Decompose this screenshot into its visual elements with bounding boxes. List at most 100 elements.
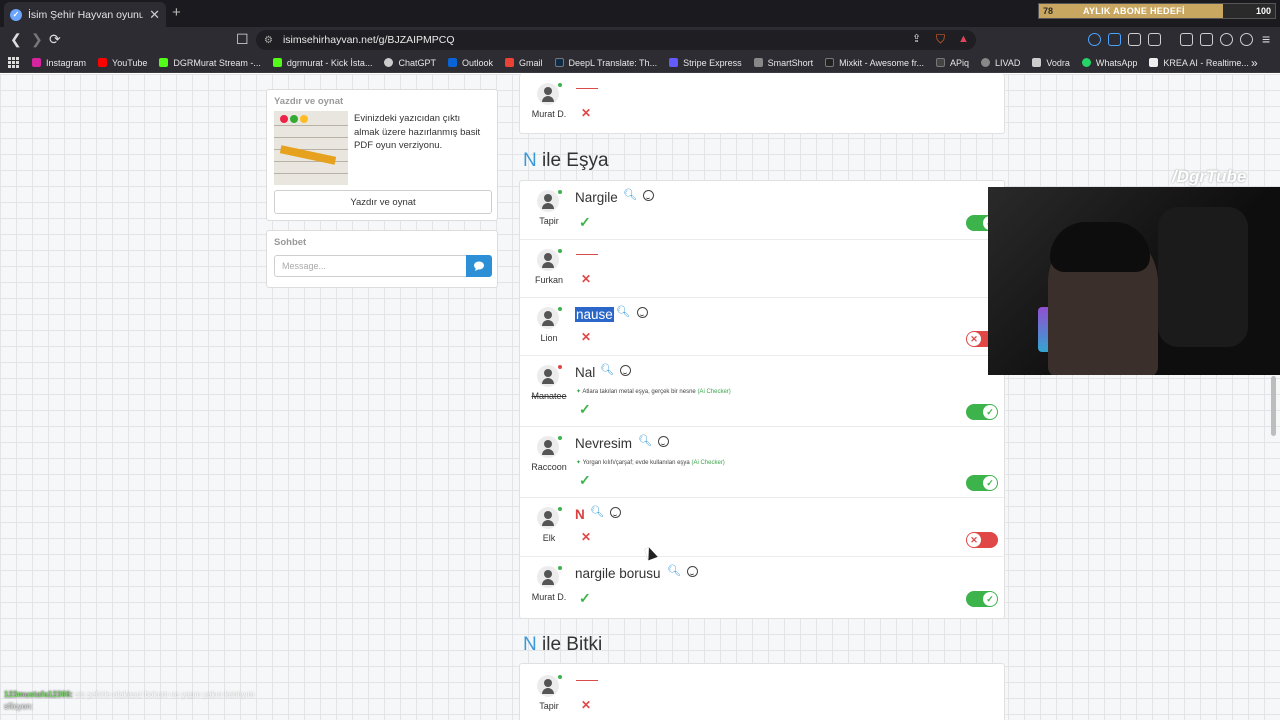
validity-toggle[interactable]: ✕ [966, 532, 998, 548]
search-icon[interactable]: 🔍︎ [590, 505, 604, 518]
bookmark-kick[interactable]: dgrmurat - Kick İsta... [272, 58, 372, 68]
search-icon[interactable]: 🔍︎ [600, 363, 614, 376]
bookmark-youtube[interactable]: YouTube [98, 58, 147, 68]
player-name: Raccoon [531, 462, 567, 472]
online-indicator [558, 249, 562, 253]
back-icon[interactable]: ❮ [10, 32, 22, 46]
bookmark-whatsapp[interactable]: WhatsApp [1081, 58, 1137, 68]
category-card-bitki: Tapir ✕ [519, 663, 1005, 720]
answer-row: Manatee Nal 🔍︎ ✦ Atlara takılan metal eş… [520, 356, 1006, 427]
answer-text: N [575, 507, 585, 522]
menu-icon[interactable]: ≡ [1262, 32, 1270, 46]
close-icon: ✕ [967, 533, 981, 547]
share-icon[interactable]: ⇪ [912, 32, 921, 46]
bookmark-stripe[interactable]: Stripe Express [669, 58, 742, 68]
validity-toggle[interactable]: ✓ [966, 475, 998, 491]
search-icon[interactable]: 🔍︎ [616, 305, 630, 318]
vodra-icon [1032, 58, 1042, 67]
search-icon[interactable]: 🔍︎ [667, 564, 681, 577]
bookmark-apiq[interactable]: APiq [935, 58, 969, 68]
brave-rewards-icon[interactable]: ▲ [958, 32, 969, 46]
media-icon[interactable] [1148, 33, 1161, 46]
sub-goal-bar: 78 AYLIK ABONE HEDEFİ 100 [1038, 3, 1276, 19]
emoji-reaction-icon[interactable] [658, 436, 669, 447]
apiq-icon [935, 58, 945, 67]
sidebar-icon[interactable] [1180, 33, 1193, 46]
bookmark-vodra[interactable]: Vodra [1032, 58, 1070, 68]
search-icon[interactable]: 🔍︎ [638, 434, 652, 447]
bookmark-deepl[interactable]: DeepL Translate: Th... [554, 58, 657, 68]
bookmark-krea[interactable]: KREA AI - Realtime... [1149, 58, 1249, 68]
chat-panel: Sohbet Message... [266, 230, 498, 288]
chat-send-button[interactable] [466, 255, 492, 277]
search-icon[interactable]: 🔍︎ [623, 188, 637, 201]
emoji-reaction-icon[interactable] [687, 566, 698, 577]
category-card-esya: Tapir Nargile 🔍︎ ✓ ✓ Furkan ✕ Lion na [519, 180, 1006, 619]
wrong-icon: ✕ [581, 698, 592, 712]
avatar [537, 566, 559, 588]
player-name: Murat D. [531, 592, 567, 602]
print-and-play-button[interactable]: Yazdır ve oynat [274, 190, 492, 214]
avatar [537, 307, 559, 329]
wrong-icon: ✕ [581, 106, 592, 120]
wallet-icon[interactable] [1200, 33, 1213, 46]
game-page: Yazdır ve oynat Evinizdeki yazıcıdan çık… [0, 74, 1280, 720]
check-icon: ✓ [983, 405, 997, 419]
extension-icon[interactable] [1088, 33, 1101, 46]
sub-goal-target: 100 [1255, 6, 1271, 16]
bookmark-instagram[interactable]: Instagram [32, 58, 86, 68]
close-tab-icon[interactable]: ✕ [149, 7, 160, 23]
chat-bubble-icon [474, 261, 484, 271]
extensions-icon[interactable] [1128, 33, 1141, 46]
chat-message-input[interactable]: Message... [274, 255, 467, 277]
bookmark-smartshort[interactable]: SmartShort [753, 58, 813, 68]
bookmark-dgrmurat-stream[interactable]: DGRMurat Stream -... [159, 58, 261, 68]
vpn-icon[interactable] [1240, 33, 1253, 46]
emoji-reaction-icon[interactable] [637, 307, 648, 318]
bookmark-gmail[interactable]: Gmail [505, 58, 543, 68]
site-info-icon[interactable]: ⚙ [264, 35, 273, 46]
bookmark-mixkit[interactable]: Mixkit - Awesome fr... [825, 58, 924, 68]
address-bar[interactable]: ⚙ isimsehirhayvan.net/g/BJZAIPMPCQ [256, 30, 976, 50]
previous-category-card: Murat D. ✕ [519, 74, 1005, 134]
wrong-icon: ✕ [581, 530, 592, 544]
online-indicator [558, 566, 562, 570]
answer-text: Nevresim [575, 436, 633, 451]
validity-toggle[interactable]: ✓ [966, 404, 998, 420]
audio-extension-icon[interactable] [1108, 33, 1121, 46]
ai-checker-note: ✦ Atlara takılan metal eşya, gerçek bir … [576, 389, 731, 395]
bookmark-livad[interactable]: LIVAD [981, 58, 1020, 68]
chat-username: 123mustafa12306: [4, 690, 73, 699]
offline-indicator [558, 365, 562, 369]
correct-icon: ✓ [579, 214, 591, 230]
player-name: Manatee [531, 391, 567, 401]
validity-toggle[interactable]: ✓ [966, 591, 998, 607]
online-indicator [558, 507, 562, 511]
site-favicon-icon: ✓ [10, 8, 22, 21]
browser-tab[interactable]: ✓ İsim Şehir Hayvan oyununa katıl ✕ [4, 2, 166, 27]
mixkit-icon [825, 58, 835, 67]
emoji-reaction-icon[interactable] [643, 190, 654, 201]
bookmark-icon[interactable]: ☐ [236, 32, 249, 46]
category-letter: N [523, 634, 537, 655]
brave-shield-icon[interactable]: ⛉ [936, 32, 945, 46]
scrollbar-thumb[interactable] [1271, 376, 1276, 436]
livad-icon [981, 58, 990, 67]
reload-icon[interactable]: ⟳ [49, 32, 61, 46]
new-tab-button[interactable]: + [172, 4, 181, 21]
navigation-bar: ❮ ❯ ⟳ ☐ ⚙ isimsehirhayvan.net/g/BJZAIPMP… [0, 27, 1280, 53]
forward-icon[interactable]: ❯ [31, 32, 43, 46]
bookmark-outlook[interactable]: Outlook [447, 58, 493, 68]
correct-icon: ✓ [579, 472, 591, 488]
apps-grid-icon[interactable] [8, 57, 19, 68]
bookmark-chatgpt[interactable]: ChatGPT [384, 58, 436, 68]
chat-message: sis şehirle alakasız bokum ve yapın yakı… [75, 690, 255, 699]
sub-goal-label: AYLIK ABONE HEDEFİ [1083, 6, 1185, 16]
emoji-reaction-icon[interactable] [620, 365, 631, 376]
more-bookmarks-icon[interactable]: » [1251, 56, 1258, 70]
whatsapp-icon [1081, 58, 1091, 67]
sub-goal-count: 78 [1043, 6, 1054, 16]
print-description: Evinizdeki yazıcıdan çıktı almak üzere h… [354, 113, 481, 151]
emoji-reaction-icon[interactable] [610, 507, 621, 518]
leo-ai-icon[interactable] [1220, 33, 1233, 46]
